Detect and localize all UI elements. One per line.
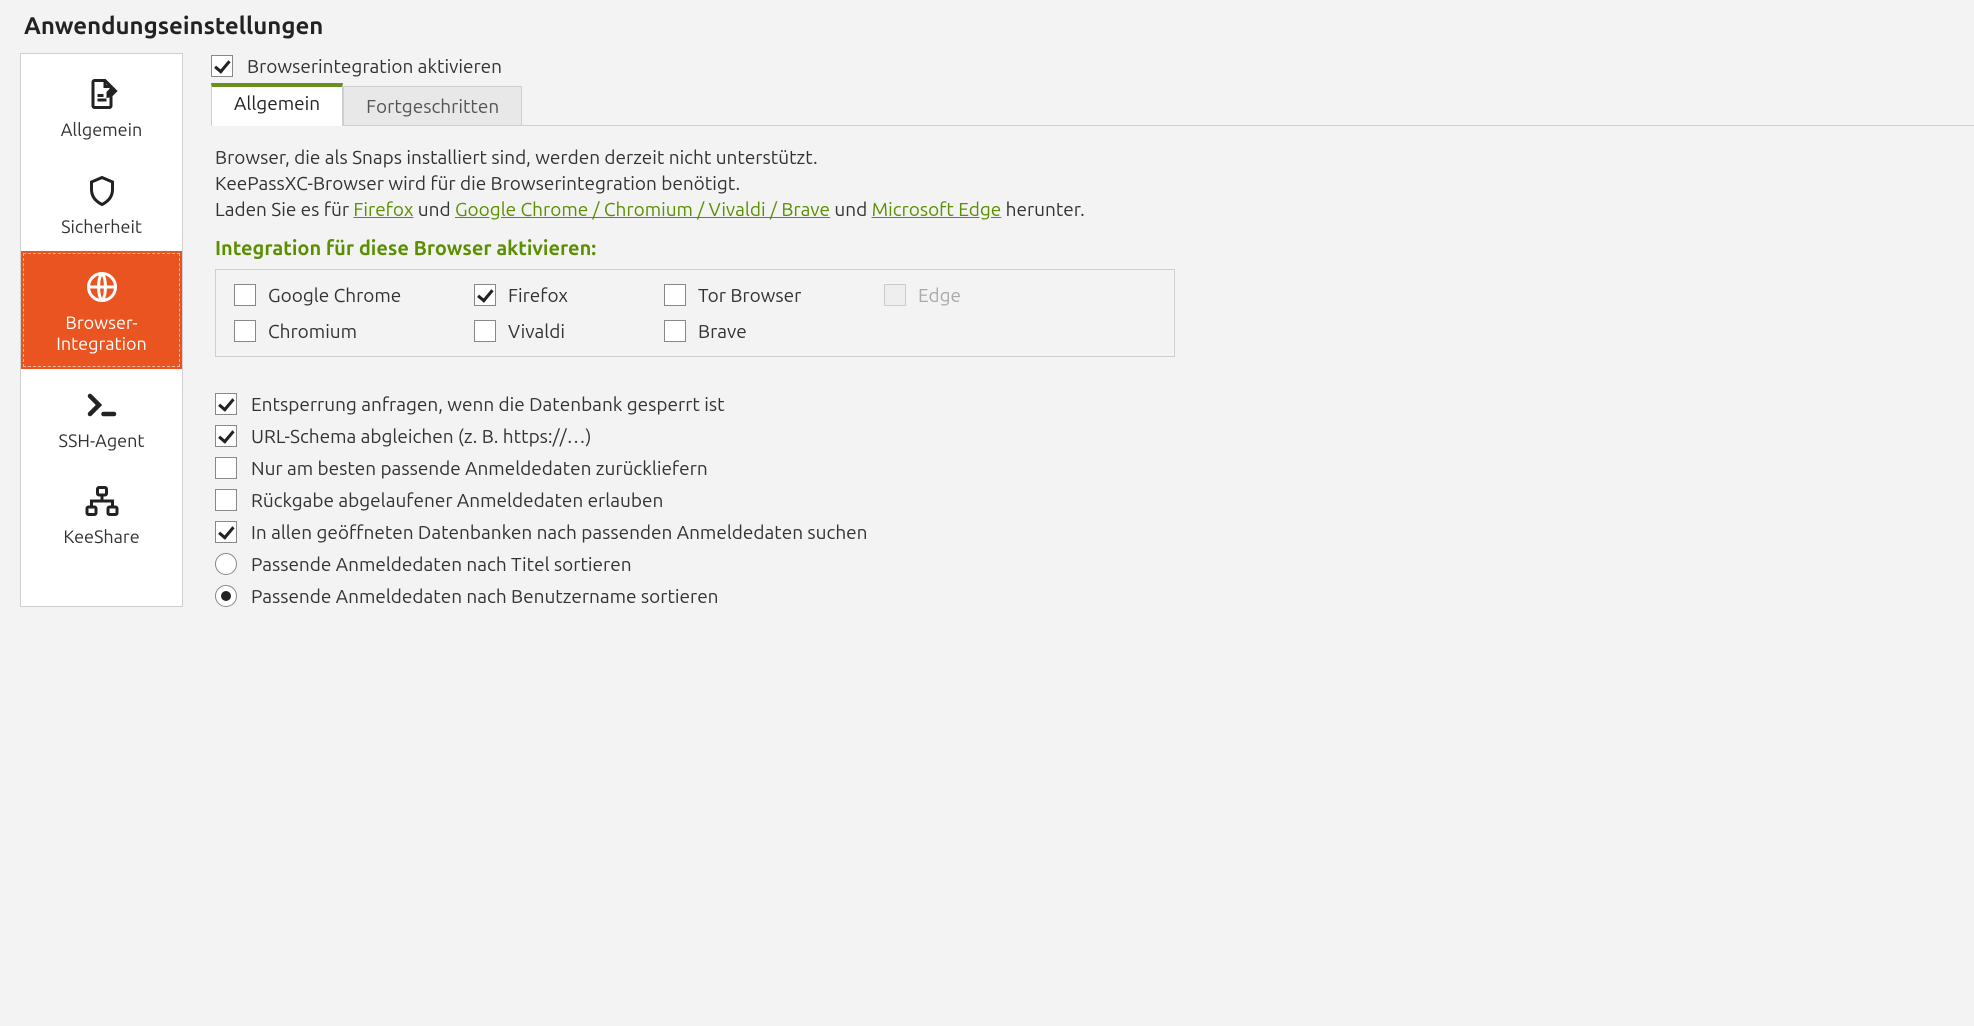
radio-sort-by-username[interactable] (215, 585, 237, 607)
link-chrome[interactable]: Google Chrome / Chromium / Vivaldi / Bra… (455, 198, 830, 220)
label-search-all-databases: In allen geöffneten Datenbanken nach pas… (251, 521, 868, 543)
sidebar-item-keeshare[interactable]: KeeShare (21, 465, 182, 562)
info-snaps: Browser, die als Snaps installiert sind,… (215, 146, 1974, 168)
checkbox-request-unlock[interactable] (215, 393, 237, 415)
label-request-unlock: Entsperrung anfragen, wenn die Datenbank… (251, 393, 725, 415)
label-tor: Tor Browser (698, 284, 801, 306)
sidebar-item-label: Browser- Integration (56, 313, 147, 354)
checkbox-edge (884, 284, 906, 306)
checkbox-chromium[interactable] (234, 320, 256, 342)
globe-icon (84, 269, 120, 305)
sidebar-item-ssh-agent[interactable]: SSH-Agent (21, 369, 182, 466)
checkbox-vivaldi[interactable] (474, 320, 496, 342)
label-chromium: Chromium (268, 320, 357, 342)
sidebar-item-label: Allgemein (61, 120, 143, 141)
enable-browser-integration-checkbox[interactable] (211, 55, 233, 77)
browser-selection-group: Google Chrome Firefox Tor Browser Edge C… (215, 269, 1175, 357)
checkbox-brave[interactable] (664, 320, 686, 342)
sidebar-item-general[interactable]: Allgemein (21, 58, 182, 155)
network-icon (84, 483, 120, 519)
checkbox-tor[interactable] (664, 284, 686, 306)
settings-content: Browserintegration aktivieren Allgemein … (183, 53, 1974, 607)
tab-advanced[interactable]: Fortgeschritten (343, 86, 522, 125)
shield-icon (84, 173, 120, 209)
label-vivaldi: Vivaldi (508, 320, 565, 342)
label-firefox: Firefox (508, 284, 568, 306)
link-firefox[interactable]: Firefox (353, 198, 413, 220)
terminal-icon (84, 387, 120, 423)
info-need: KeePassXC-Browser wird für die Browserin… (215, 172, 1974, 194)
browser-integration-options: Entsperrung anfragen, wenn die Datenbank… (215, 393, 1974, 607)
checkbox-search-all-databases[interactable] (215, 521, 237, 543)
label-match-url-scheme: URL-Schema abgleichen (z. B. https://…) (251, 425, 592, 447)
settings-sidebar: Allgemein Sicherheit Browser- Integratio… (20, 53, 183, 607)
sidebar-item-label: KeeShare (63, 527, 139, 548)
checkbox-firefox[interactable] (474, 284, 496, 306)
link-edge[interactable]: Microsoft Edge (872, 198, 1002, 220)
checkbox-chrome[interactable] (234, 284, 256, 306)
document-edit-icon (84, 76, 120, 112)
sidebar-item-label: Sicherheit (61, 217, 142, 238)
label-sort-by-username: Passende Anmeldedaten nach Benutzername … (251, 585, 719, 607)
radio-sort-by-title[interactable] (215, 553, 237, 575)
checkbox-allow-expired[interactable] (215, 489, 237, 511)
sidebar-item-browser-integration[interactable]: Browser- Integration (21, 251, 182, 368)
page-title: Anwendungseinstellungen (24, 12, 1974, 39)
sidebar-item-security[interactable]: Sicherheit (21, 155, 182, 252)
label-sort-by-title: Passende Anmeldedaten nach Titel sortier… (251, 553, 632, 575)
info-text: Browser, die als Snaps installiert sind,… (215, 146, 1974, 220)
checkbox-best-matching-only[interactable] (215, 457, 237, 479)
label-chrome: Google Chrome (268, 284, 401, 306)
label-allow-expired: Rückgabe abgelaufener Anmeldedaten erlau… (251, 489, 663, 511)
checkbox-match-url-scheme[interactable] (215, 425, 237, 447)
label-best-matching-only: Nur am besten passende Anmeldedaten zurü… (251, 457, 708, 479)
tab-general[interactable]: Allgemein (211, 83, 343, 126)
section-enable-browsers: Integration für diese Browser aktivieren… (215, 236, 1974, 259)
info-download: Laden Sie es für Firefox und Google Chro… (215, 198, 1974, 220)
browser-integration-tabstrip: Allgemein Fortgeschritten (211, 83, 1974, 126)
label-edge: Edge (918, 284, 961, 306)
sidebar-item-label: SSH-Agent (59, 431, 145, 452)
label-brave: Brave (698, 320, 747, 342)
enable-browser-integration-label: Browserintegration aktivieren (247, 55, 502, 77)
